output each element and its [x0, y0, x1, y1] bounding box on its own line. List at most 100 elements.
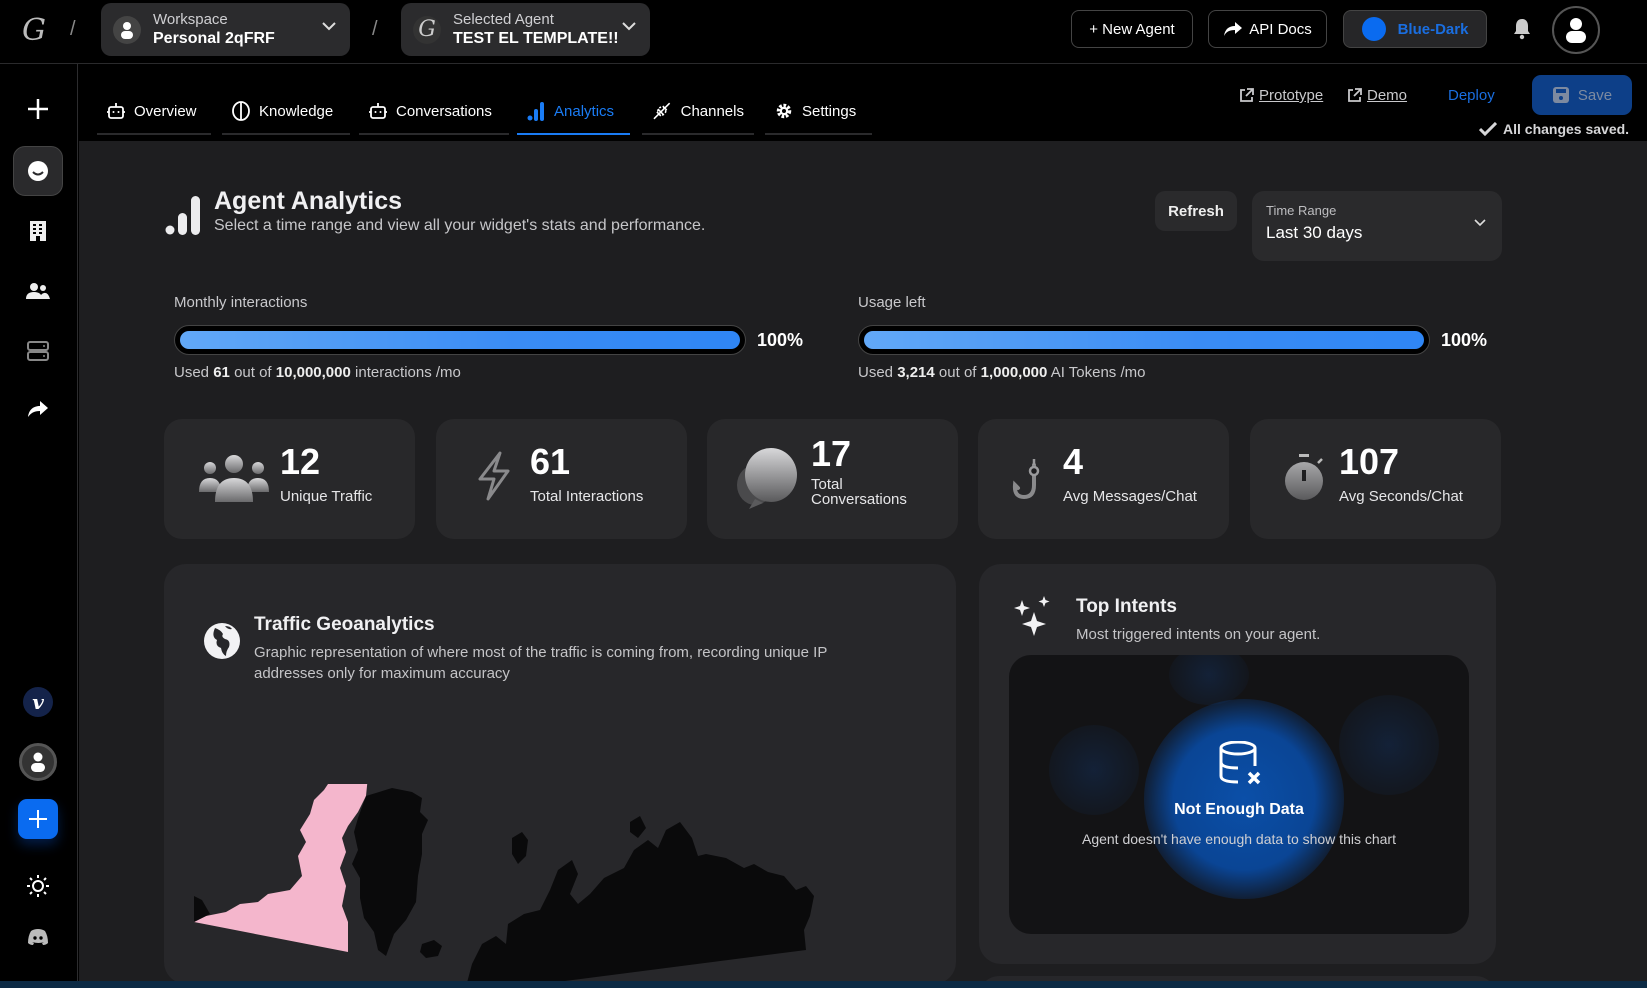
prototype-label: Prototype — [1259, 87, 1324, 104]
plus-icon — [28, 99, 48, 119]
user-icon — [1566, 18, 1586, 43]
save-label: Save — [1577, 86, 1613, 104]
external-link-icon — [1240, 88, 1254, 102]
light-mode-toggle[interactable] — [13, 861, 63, 911]
api-docs-label: API Docs — [1249, 20, 1312, 38]
deploy-button[interactable]: Deploy — [1448, 87, 1495, 104]
sun-icon — [27, 875, 49, 897]
discord-icon — [28, 929, 48, 945]
sidebar-item-organization[interactable] — [13, 206, 63, 256]
sidebar-item-team[interactable] — [13, 266, 63, 316]
new-agent-button[interactable]: + New Agent — [1071, 10, 1193, 48]
chat-bubbles-icon — [737, 448, 797, 509]
map-region-svalbard[interactable] — [512, 816, 646, 864]
gear-icon — [776, 103, 792, 119]
agent-value: TEST EL TEMPLATE!! — [453, 29, 619, 47]
external-link-icon — [1348, 88, 1362, 102]
usage-progress-fill — [864, 331, 1424, 349]
sidebar-create-button[interactable] — [18, 799, 58, 839]
sidebar-item-share[interactable] — [13, 384, 63, 434]
floppy-disk-icon — [1552, 87, 1569, 103]
usage-label: Usage left — [858, 294, 926, 311]
sidebar: v — [0, 64, 78, 988]
sidebar-item-v-app[interactable]: v — [13, 677, 63, 727]
breadcrumb-separator: / — [70, 18, 76, 40]
prototype-link[interactable]: Prototype — [1239, 87, 1323, 104]
sidebar-item-agents[interactable] — [13, 146, 63, 196]
check-icon — [1479, 122, 1497, 136]
profile-avatar[interactable] — [1552, 6, 1600, 54]
usage-middle: out of — [234, 364, 272, 381]
background-blob — [1169, 655, 1249, 705]
sparkles-icon — [1014, 596, 1050, 636]
usage-percent: 100% — [1441, 330, 1488, 350]
bar-chart-icon — [165, 196, 200, 235]
stat-value: 61 — [530, 441, 571, 482]
usage-progress-bar — [174, 325, 746, 355]
usage-prefix: Used — [858, 364, 894, 381]
theme-selector[interactable]: Blue-Dark — [1343, 10, 1487, 48]
usage-progress-fill — [180, 331, 740, 349]
share-arrow-icon — [28, 401, 48, 417]
stat-value: 12 — [280, 441, 321, 482]
usage-prefix: Used — [174, 364, 210, 381]
map-region-greenland[interactable] — [352, 788, 428, 956]
server-icon — [27, 341, 49, 361]
sidebar-profile[interactable] — [13, 737, 63, 787]
theme-label: Blue-Dark — [1397, 20, 1469, 38]
map-region-iceland[interactable] — [420, 940, 442, 958]
stat-label: Unique Traffic — [280, 488, 373, 505]
usage-unit: interactions /mo — [355, 364, 461, 381]
plus-icon — [29, 810, 47, 828]
tab-channels[interactable]: Channels — [642, 89, 754, 135]
demo-label: Demo — [1367, 87, 1408, 104]
discord-link[interactable] — [13, 912, 63, 962]
empty-state-title: Not Enough Data — [1174, 801, 1304, 818]
time-range-select[interactable]: Time Range Last 30 days — [1252, 191, 1502, 261]
map-region-canada[interactable] — [194, 784, 368, 952]
save-button[interactable]: Save — [1532, 75, 1632, 115]
world-map[interactable] — [194, 784, 914, 981]
chevron-down-icon — [322, 22, 336, 31]
robot-icon — [107, 103, 125, 119]
tab-label: Overview — [134, 102, 197, 120]
tab-settings[interactable]: Settings — [765, 89, 872, 135]
refresh-button[interactable]: Refresh — [1155, 191, 1237, 231]
stat-card-avg-messages: 4 Avg Messages/Chat — [978, 419, 1229, 539]
tab-overview[interactable]: Overview — [97, 89, 211, 135]
stat-value: 4 — [1063, 441, 1084, 482]
monthly-interactions-usage: Monthly interactions 100% Used 61 out of… — [174, 294, 814, 381]
demo-link[interactable]: Demo — [1347, 87, 1407, 104]
user-icon — [113, 15, 141, 44]
stat-label: Total Conversations — [811, 476, 907, 508]
agent-selector[interactable]: G Selected Agent TEST EL TEMPLATE!! — [401, 3, 650, 56]
top-bar: G / Workspace Personal 2qFRF / G Selecte… — [0, 0, 1647, 64]
top-intents-panel: Top Intents Most triggered intents on yo… — [979, 564, 1496, 964]
geo-subtitle: Graphic representation of where most of … — [254, 644, 828, 682]
stat-card-total-conversations: 17 Total Conversations — [707, 419, 958, 539]
usage-detail: Used 61 out of 10,000,000 interactions /… — [174, 364, 461, 381]
sidebar-item-storage[interactable] — [13, 326, 63, 376]
tab-conversations[interactable]: Conversations — [359, 89, 509, 135]
usage-label: Monthly interactions — [174, 294, 308, 311]
workspace-label: Workspace — [153, 10, 228, 28]
stat-card-unique-traffic: 12 Unique Traffic — [164, 419, 415, 539]
time-range-value: Last 30 days — [1266, 223, 1363, 242]
scrollbar[interactable] — [1635, 141, 1647, 981]
background-blob — [1339, 695, 1439, 795]
chevron-down-icon — [1474, 219, 1486, 227]
time-range-label: Time Range — [1266, 203, 1337, 218]
stopwatch-icon — [1285, 454, 1323, 500]
tab-knowledge[interactable]: Knowledge — [222, 89, 350, 135]
users-icon — [199, 455, 269, 502]
intents-title: Top Intents — [1076, 596, 1177, 617]
stat-label: Avg Messages/Chat — [1063, 488, 1197, 505]
horizontal-scrollbar[interactable] — [0, 981, 1647, 988]
sidebar-add-button[interactable] — [13, 84, 63, 134]
stat-value: 17 — [811, 433, 852, 474]
app-logo[interactable]: G — [22, 14, 52, 48]
tab-analytics[interactable]: Analytics — [517, 89, 630, 135]
workspace-selector[interactable]: Workspace Personal 2qFRF — [101, 3, 350, 56]
bell-icon[interactable] — [1513, 18, 1531, 40]
api-docs-button[interactable]: API Docs — [1208, 10, 1327, 48]
